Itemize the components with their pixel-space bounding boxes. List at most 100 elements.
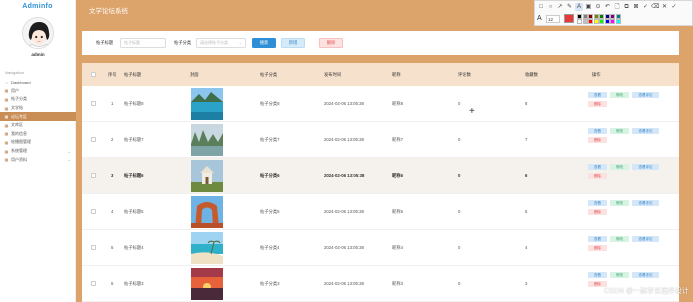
color-swatch[interactable] (604, 14, 610, 19)
sidebar-item-literature-posts[interactable]: ▦ 文学帖 (0, 104, 76, 113)
sidebar-item-dashboard[interactable]: ○ Dashboard (0, 78, 76, 87)
current-color-swatch[interactable] (564, 14, 574, 24)
grid-icon: ▦ (4, 148, 9, 154)
font-size-select[interactable]: 12 (546, 14, 560, 23)
cover-image[interactable] (191, 196, 223, 228)
edit-button[interactable]: 修改 (610, 164, 629, 170)
sidebar-item-user-profile[interactable]: ▦ 用户资料 ⌄ (0, 155, 76, 164)
edit-button[interactable]: 修改 (610, 236, 629, 242)
view-comments-button[interactable]: 查看评论 (632, 128, 659, 134)
row-checkbox[interactable] (91, 245, 96, 250)
view-comments-button[interactable]: 查看评论 (632, 164, 659, 170)
delete-button[interactable]: 删除 (588, 173, 607, 179)
column-header-favorites[interactable]: 收藏数 (525, 63, 538, 86)
color-swatch[interactable] (599, 19, 604, 24)
undo-icon[interactable]: ↶ (604, 3, 612, 11)
table-row[interactable]: 1 帖子标题8 帖子分类8 2024-02-06 13:05:38 昵称8 0 8 查看 修改查… (82, 86, 679, 122)
pin-icon[interactable]: ⊠ (632, 3, 640, 11)
column-header-category[interactable]: 帖子分类 (260, 63, 277, 86)
sidebar-item-library[interactable]: ▦ 文库区 (0, 121, 76, 130)
cover-image[interactable] (191, 88, 223, 120)
color-swatch[interactable] (593, 14, 599, 19)
row-checkbox[interactable] (91, 173, 96, 178)
view-button[interactable]: 查看 (588, 92, 607, 98)
edit-button[interactable]: 修改 (610, 272, 629, 278)
sidebar-item-forum-zone[interactable]: ▦ 论坛专区 (0, 112, 76, 121)
cover-image[interactable] (191, 268, 223, 300)
done-icon[interactable]: ✓ (670, 3, 678, 11)
row-checkbox[interactable] (91, 281, 96, 286)
color-swatch[interactable] (577, 19, 582, 24)
select-all-checkbox[interactable] (91, 72, 96, 77)
edit-button[interactable]: 修改 (610, 128, 629, 134)
column-header-time[interactable]: 发布时间 (324, 63, 341, 86)
avatar[interactable] (22, 17, 54, 49)
color-swatch[interactable] (610, 19, 615, 24)
row-checkbox[interactable] (91, 101, 96, 106)
table-row[interactable]: 5 帖子标题4 帖子分类4 2024-02-06 13:05:38 昵称4 0 4 查看 修改查… (82, 230, 679, 266)
color-swatch[interactable] (599, 14, 604, 19)
column-header-actions: 操作 (592, 72, 601, 77)
view-comments-button[interactable]: 查看评论 (632, 200, 659, 206)
column-header-comments[interactable]: 评论数 (458, 63, 471, 86)
edit-button[interactable]: 修改 (610, 92, 629, 98)
view-comments-button[interactable]: 查看评论 (632, 236, 659, 242)
view-button[interactable]: 查看 (588, 272, 607, 278)
sidebar-item-carousel[interactable]: ▦ 轮播图管理 (0, 138, 76, 147)
column-header-nickname[interactable]: 昵称 (392, 63, 401, 86)
view-button[interactable]: 查看 (588, 164, 607, 170)
pen-tool-icon[interactable]: ✎ (566, 3, 574, 11)
sidebar-item-users[interactable]: ▦ 用户 (0, 87, 76, 96)
view-button[interactable]: 查看 (588, 236, 607, 242)
delete-button[interactable]: 删除 (588, 245, 607, 251)
color-swatch[interactable] (593, 19, 599, 24)
cover-image[interactable] (191, 160, 223, 192)
category-select[interactable]: 请选择帖子分类 ⌄ (196, 38, 246, 48)
row-checkbox[interactable] (91, 209, 96, 214)
color-swatch[interactable] (604, 19, 610, 24)
save-icon[interactable]: 🗋 (613, 3, 621, 11)
cover-image[interactable] (191, 232, 223, 264)
erase-icon[interactable]: ⌫ (651, 3, 659, 11)
table-row[interactable]: 6 帖子标题3 帖子分类3 2024-02-06 13:05:38 昵称3 0 3 查看 修改查… (82, 266, 679, 302)
color-swatch[interactable] (582, 14, 588, 19)
view-comments-button[interactable]: 查看评论 (632, 272, 659, 278)
row-checkbox[interactable] (91, 137, 96, 142)
view-button[interactable]: 查看 (588, 200, 607, 206)
delete-button[interactable]: 删除 (588, 209, 607, 215)
sidebar-item-system[interactable]: ▦ 系统管理 ⌄ (0, 147, 76, 156)
sidebar-item-my-info[interactable]: ▦ 我的信息 (0, 130, 76, 139)
confirm-icon[interactable]: ✓ (642, 3, 650, 11)
sidebar-item-post-category[interactable]: ▦ 帖子分类 (0, 95, 76, 104)
search-button[interactable]: 搜索 (252, 38, 276, 48)
cover-image[interactable] (191, 124, 223, 156)
table-row[interactable]: 2 帖子标题7 帖子分类7 2024-02-06 13:05:38 昵称7 0 7 查看 修改查… (82, 122, 679, 158)
color-swatch[interactable] (588, 19, 593, 24)
close-icon[interactable]: ✕ (661, 3, 669, 11)
color-swatch[interactable] (588, 14, 593, 19)
column-header-title[interactable]: 帖子标题 (124, 63, 141, 86)
mosaic-tool-icon[interactable]: ▣ (585, 3, 593, 11)
copy-icon[interactable]: ⧉ (623, 3, 631, 11)
brand-logo[interactable]: Adminfo (0, 0, 75, 14)
color-swatch[interactable] (615, 19, 621, 24)
color-swatch[interactable] (615, 14, 621, 19)
color-swatch[interactable] (577, 14, 582, 19)
ellipse-tool-icon[interactable]: ○ (547, 3, 555, 11)
add-button[interactable]: 新增 (281, 38, 305, 48)
number-tool-icon[interactable]: ⊙ (594, 3, 602, 11)
color-swatch[interactable] (582, 19, 588, 24)
table-row[interactable]: 4 帖子标题5 帖子分类5 2024-02-06 13:05:38 昵称5 0 5 查看 修改查… (82, 194, 679, 230)
view-comments-button[interactable]: 查看评论 (632, 92, 659, 98)
delete-button[interactable]: 删除 (588, 137, 607, 143)
batch-delete-button[interactable]: 删除 (319, 38, 343, 48)
edit-button[interactable]: 修改 (610, 200, 629, 206)
arrow-tool-icon[interactable]: ↗ (556, 3, 564, 11)
view-button[interactable]: 查看 (588, 128, 607, 134)
rectangle-tool-icon[interactable]: □ (537, 3, 545, 11)
delete-button[interactable]: 删除 (588, 101, 607, 107)
color-swatch[interactable] (610, 14, 615, 19)
text-tool-icon[interactable]: A (575, 3, 583, 11)
title-search-input[interactable]: 帖子标题 (120, 38, 166, 48)
table-row[interactable]: 3 帖子标题6 帖子分类6 2024-02-06 13:05:38 昵称6 0 6 查看 修改查… (82, 158, 679, 194)
